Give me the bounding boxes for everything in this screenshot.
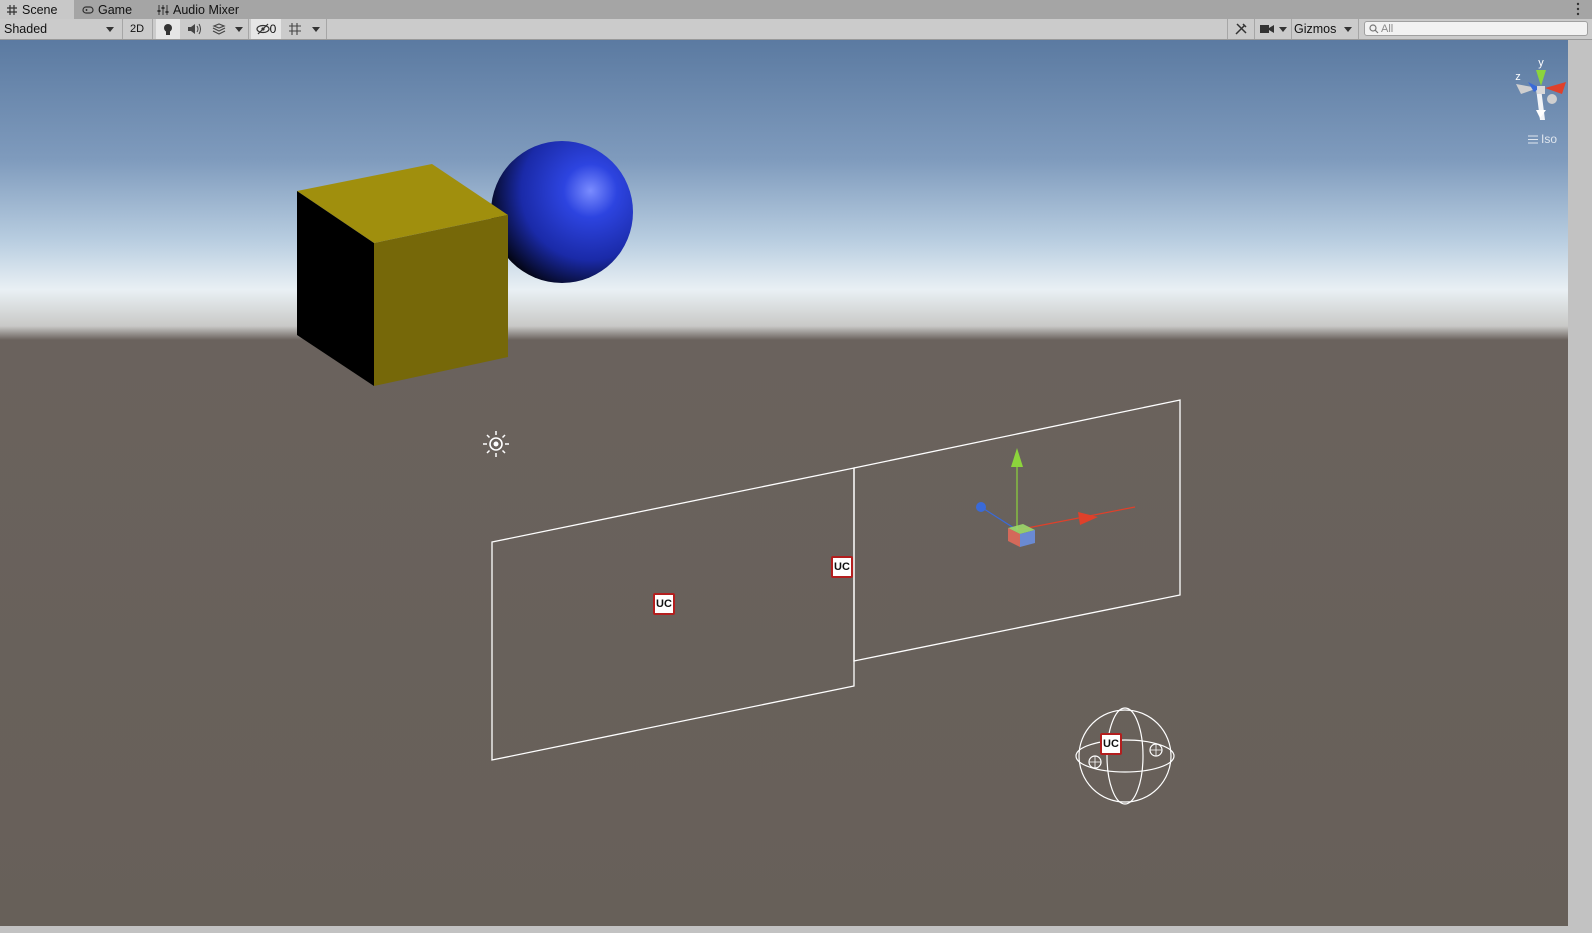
axis-label-y: y bbox=[1538, 57, 1544, 69]
toggle-2d-label: 2D bbox=[129, 23, 145, 35]
draw-mode-label: Shaded bbox=[4, 22, 48, 36]
gizmos-dropdown-button[interactable] bbox=[1340, 19, 1356, 39]
gamepad-icon bbox=[82, 5, 94, 14]
move-gizmo[interactable] bbox=[976, 448, 1136, 547]
mixer-sliders-icon bbox=[157, 4, 169, 15]
tools-icon bbox=[1235, 23, 1247, 35]
canvas-icon-badge[interactable]: UC bbox=[1100, 733, 1122, 755]
chevron-down-icon bbox=[1278, 26, 1287, 32]
divider bbox=[152, 19, 153, 39]
scene-toolbar: Shaded 2D 0 Gizmos All bbox=[0, 19, 1592, 40]
grid-dropdown-button[interactable] bbox=[308, 19, 324, 39]
canvas-icon-badge[interactable]: UC bbox=[653, 593, 675, 615]
tab-bar: Scene Game Audio Mixer bbox=[0, 0, 1592, 20]
camera-settings-button[interactable] bbox=[1256, 19, 1290, 39]
projection-mode-label: Iso bbox=[1541, 132, 1558, 146]
axis-label-z: z bbox=[1515, 71, 1521, 83]
iso-lines-icon bbox=[1528, 135, 1538, 143]
scene-viewport[interactable]: y x z Iso UC UC UC bbox=[0, 40, 1592, 933]
canvas-icon-badge[interactable]: UC bbox=[831, 556, 853, 578]
chevron-down-icon bbox=[106, 27, 114, 32]
hidden-object-count: 0 bbox=[269, 22, 277, 36]
viewport-right-border bbox=[1568, 40, 1592, 933]
x-axis-handle bbox=[1016, 506, 1136, 531]
toggle-2d-button[interactable]: 2D bbox=[125, 19, 149, 39]
grid-toggle-button[interactable] bbox=[284, 19, 306, 39]
divider bbox=[248, 19, 249, 39]
eye-hidden-icon bbox=[256, 23, 270, 35]
grid-icon bbox=[289, 23, 301, 35]
sphere-wire-gizmo[interactable] bbox=[1075, 707, 1175, 805]
video-camera-icon bbox=[1259, 25, 1274, 33]
grid-hash-icon bbox=[7, 4, 17, 15]
sphere-object[interactable] bbox=[491, 141, 633, 283]
lightbulb-icon bbox=[164, 23, 172, 35]
draw-mode-dropdown[interactable]: Shaded bbox=[0, 19, 120, 39]
chevron-down-icon bbox=[235, 26, 243, 32]
speaker-icon bbox=[188, 23, 201, 35]
tab-audio-mixer[interactable]: Audio Mixer bbox=[157, 0, 257, 19]
divider bbox=[1358, 19, 1359, 39]
effects-dropdown-button[interactable] bbox=[231, 19, 247, 39]
viewport-bottom-border bbox=[0, 926, 1592, 933]
divider bbox=[326, 19, 327, 39]
scene-visibility-button[interactable]: 0 bbox=[251, 19, 281, 39]
search-placeholder: All bbox=[1381, 22, 1394, 35]
divider bbox=[1254, 19, 1255, 39]
tab-scene[interactable]: Scene bbox=[0, 0, 74, 19]
orientation-gizmo[interactable] bbox=[1516, 70, 1566, 120]
tab-game-label: Game bbox=[98, 2, 133, 17]
tab-game[interactable]: Game bbox=[82, 0, 142, 19]
lighting-toggle-button[interactable] bbox=[156, 19, 180, 39]
tool-settings-button[interactable] bbox=[1229, 19, 1253, 39]
projection-mode-toggle[interactable]: Iso bbox=[1528, 132, 1557, 146]
z-axis-knob bbox=[976, 502, 986, 512]
scene-canvas: y x z bbox=[297, 50, 1576, 805]
divider bbox=[122, 19, 123, 39]
audio-toggle-button[interactable] bbox=[182, 19, 206, 39]
x-axis-arrow bbox=[1078, 512, 1098, 525]
tab-scene-label: Scene bbox=[22, 2, 58, 17]
tab-audio-mixer-label: Audio Mixer bbox=[173, 2, 239, 17]
effects-toggle-button[interactable] bbox=[207, 19, 231, 39]
divider bbox=[1227, 19, 1228, 39]
more-options-icon[interactable] bbox=[1576, 2, 1580, 16]
gizmos-toggle-button[interactable]: Gizmos bbox=[1292, 19, 1340, 39]
search-icon bbox=[1369, 24, 1379, 34]
effects-layers-icon bbox=[212, 23, 226, 35]
gizmos-label: Gizmos bbox=[1294, 22, 1337, 36]
chevron-down-icon bbox=[1344, 26, 1352, 32]
hierarchy-search-input[interactable]: All bbox=[1364, 21, 1588, 36]
cube-object[interactable] bbox=[297, 164, 508, 386]
directional-light-icon[interactable] bbox=[483, 431, 509, 457]
y-axis-arrow bbox=[1011, 448, 1023, 467]
chevron-down-icon bbox=[312, 26, 320, 32]
z-axis-handle bbox=[980, 506, 1018, 531]
